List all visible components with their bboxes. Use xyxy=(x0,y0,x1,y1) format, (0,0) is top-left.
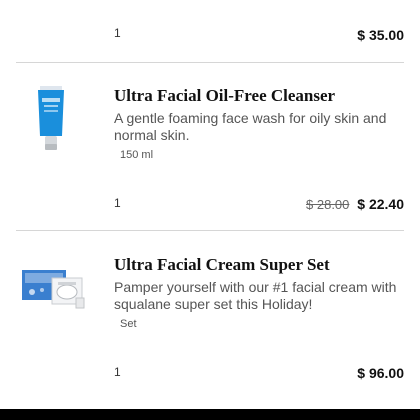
item-title[interactable]: Ultra Facial Cream Super Set xyxy=(114,255,330,275)
item-quantity[interactable]: 1 xyxy=(114,365,121,379)
item-size: Set xyxy=(120,318,137,330)
item-title[interactable]: Ultra Facial Oil-Free Cleanser xyxy=(114,86,335,106)
item-quantity[interactable]: 1 xyxy=(114,26,121,40)
item-description: Pamper yourself with our #1 facial cream… xyxy=(114,279,397,312)
item-divider xyxy=(16,230,404,231)
gift-set-icon[interactable] xyxy=(22,268,86,310)
item-divider xyxy=(16,62,404,63)
item-price-group: $ 28.00 $ 22.40 xyxy=(306,196,404,212)
cleanser-tube-icon[interactable] xyxy=(36,86,66,154)
item-description: A gentle foaming face wash for oily skin… xyxy=(114,110,387,143)
item-size: 150 ml xyxy=(120,149,154,161)
item-original-price: $ 28.00 xyxy=(306,197,350,212)
item-sale-price: $ 22.40 xyxy=(357,196,404,212)
bottom-bar xyxy=(0,409,420,420)
item-price: $ 35.00 xyxy=(357,27,404,43)
item-price: $ 96.00 xyxy=(357,365,404,381)
item-quantity[interactable]: 1 xyxy=(114,196,121,210)
